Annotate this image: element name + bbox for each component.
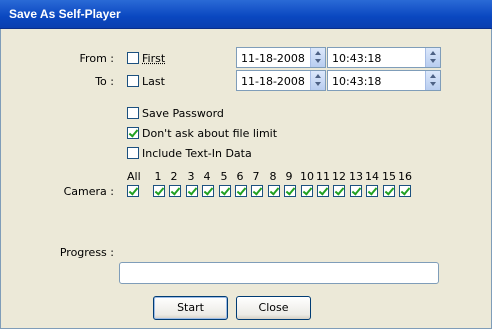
to-date-value: 11-18-2008 [241, 75, 305, 88]
window-title: Save As Self-Player [9, 7, 121, 21]
to-date-field[interactable]: 11-18-2008 [236, 70, 326, 91]
camera-checkbox-10[interactable] [301, 185, 313, 197]
camera-number-14: 14 [365, 170, 379, 183]
spin-up-icon[interactable] [315, 74, 321, 78]
camera-checkbox-3[interactable] [186, 185, 198, 197]
from-date-spinner[interactable] [310, 48, 325, 67]
camera-number-12: 12 [332, 170, 346, 183]
spin-down-icon[interactable] [430, 59, 436, 63]
title-bar: Save As Self-Player [0, 0, 492, 29]
camera-number-11: 11 [316, 170, 330, 183]
include-text-in-checkbox[interactable] [127, 147, 139, 159]
last-checkbox[interactable] [127, 75, 139, 87]
camera-checkbox-2[interactable] [169, 185, 181, 197]
from-label: From : [79, 52, 114, 65]
save-password-checkbox[interactable] [127, 107, 139, 119]
camera-checkbox-9[interactable] [284, 185, 296, 197]
camera-number-1: 1 [154, 170, 162, 183]
camera-number-6: 6 [236, 170, 244, 183]
camera-number-4: 4 [203, 170, 211, 183]
camera-checkbox-5[interactable] [219, 185, 231, 197]
spin-down-icon[interactable] [430, 82, 436, 86]
spin-down-icon[interactable] [315, 82, 321, 86]
to-time-field[interactable]: 10:43:18 [327, 70, 441, 91]
to-time-value: 10:43:18 [332, 75, 382, 88]
spin-down-icon[interactable] [315, 59, 321, 63]
to-label: To : [95, 75, 114, 88]
camera-checkbox-4[interactable] [202, 185, 214, 197]
camera-all-checkbox[interactable] [127, 185, 139, 197]
camera-number-5: 5 [220, 170, 228, 183]
close-button[interactable]: Close [236, 296, 311, 320]
file-limit-checkbox[interactable] [127, 127, 139, 139]
from-time-value: 10:43:18 [332, 52, 382, 65]
last-checkbox-label[interactable]: Last [142, 75, 165, 88]
save-password-label[interactable]: Save Password [142, 107, 224, 120]
to-time-spinner[interactable] [425, 71, 440, 90]
camera-number-16: 16 [398, 170, 412, 183]
camera-label: Camera : [63, 185, 114, 198]
progress-bar [119, 262, 439, 284]
first-checkbox-label[interactable]: First [142, 52, 165, 65]
camera-number-7: 7 [252, 170, 260, 183]
camera-number-9: 9 [285, 170, 293, 183]
first-checkbox[interactable] [127, 52, 139, 64]
camera-checkbox-13[interactable] [350, 185, 362, 197]
camera-number-8: 8 [269, 170, 277, 183]
camera-checkbox-14[interactable] [366, 185, 378, 197]
from-time-spinner[interactable] [425, 48, 440, 67]
file-limit-label[interactable]: Don't ask about file limit [142, 127, 277, 140]
camera-number-15: 15 [382, 170, 396, 183]
camera-checkbox-16[interactable] [399, 185, 411, 197]
camera-checkbox-6[interactable] [235, 185, 247, 197]
camera-checkbox-8[interactable] [268, 185, 280, 197]
include-text-in-label[interactable]: Include Text-In Data [142, 147, 252, 160]
progress-label: Progress : [59, 246, 114, 259]
to-date-spinner[interactable] [310, 71, 325, 90]
camera-all-label: All [127, 170, 141, 183]
spin-up-icon[interactable] [430, 74, 436, 78]
from-date-field[interactable]: 11-18-2008 [236, 47, 326, 68]
camera-checkbox-15[interactable] [383, 185, 395, 197]
spin-up-icon[interactable] [430, 51, 436, 55]
camera-checkbox-11[interactable] [317, 185, 329, 197]
from-time-field[interactable]: 10:43:18 [327, 47, 441, 68]
camera-number-10: 10 [300, 170, 314, 183]
start-button[interactable]: Start [153, 296, 228, 320]
camera-checkbox-7[interactable] [251, 185, 263, 197]
from-date-value: 11-18-2008 [241, 52, 305, 65]
camera-checkbox-1[interactable] [153, 185, 165, 197]
camera-number-13: 13 [349, 170, 363, 183]
camera-number-2: 2 [170, 170, 178, 183]
spin-up-icon[interactable] [315, 51, 321, 55]
camera-checkbox-12[interactable] [333, 185, 345, 197]
camera-number-3: 3 [187, 170, 195, 183]
